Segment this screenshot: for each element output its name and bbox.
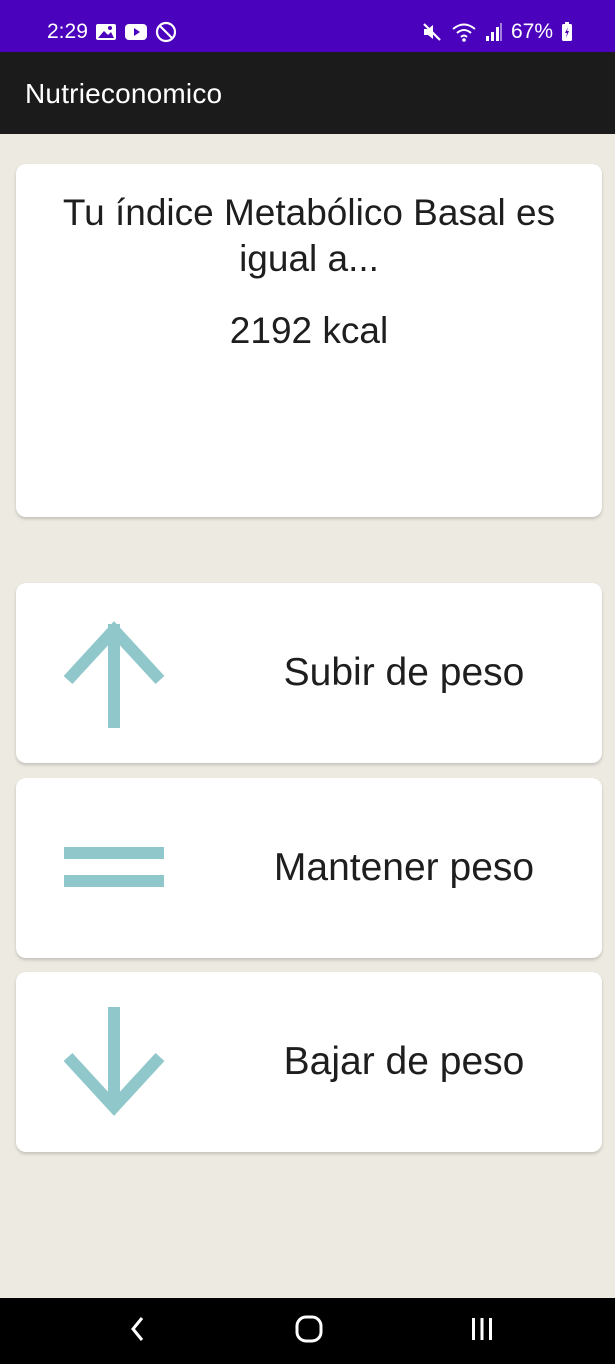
- signal-icon: [485, 22, 503, 42]
- youtube-icon: [124, 23, 148, 41]
- bmr-card: Tu índice Metabólico Basal es igual a...…: [16, 164, 602, 517]
- home-button[interactable]: [279, 1311, 339, 1351]
- status-right: 67%: [421, 20, 573, 44]
- status-time: 2:29: [47, 20, 88, 43]
- gain-weight-button[interactable]: Subir de peso: [16, 583, 602, 763]
- back-icon: [128, 1315, 148, 1348]
- mute-icon: [421, 21, 443, 43]
- maintain-weight-label: Mantener peso: [273, 846, 535, 889]
- battery-icon: [561, 22, 573, 42]
- app-bar: Nutrieconomico: [0, 52, 615, 134]
- wifi-icon: [451, 21, 477, 43]
- status-left: 2:29: [47, 20, 177, 44]
- app-title: Nutrieconomico: [25, 78, 223, 109]
- gallery-icon: [95, 23, 117, 41]
- battery-percent: 67%: [510, 20, 553, 43]
- arrow-down-icon: [52, 1005, 172, 1120]
- equals-icon: [52, 811, 172, 926]
- recents-button[interactable]: [452, 1311, 512, 1351]
- recents-icon: [469, 1316, 495, 1347]
- bmr-value: 2192 kcal: [229, 310, 389, 351]
- back-button[interactable]: [108, 1311, 168, 1351]
- gain-weight-label: Subir de peso: [283, 651, 525, 694]
- navigation-bar: [0, 1298, 615, 1364]
- status-bar: 2:29 67%: [0, 0, 615, 52]
- maintain-weight-button[interactable]: Mantener peso: [16, 778, 602, 958]
- lose-weight-label: Bajar de peso: [283, 1040, 525, 1083]
- home-icon: [294, 1314, 324, 1349]
- do-not-disturb-icon: [155, 21, 177, 43]
- arrow-up-icon: [52, 616, 172, 731]
- lose-weight-button[interactable]: Bajar de peso: [16, 972, 602, 1152]
- bmr-heading: Tu índice Metabólico Basal es igual a...: [62, 192, 556, 279]
